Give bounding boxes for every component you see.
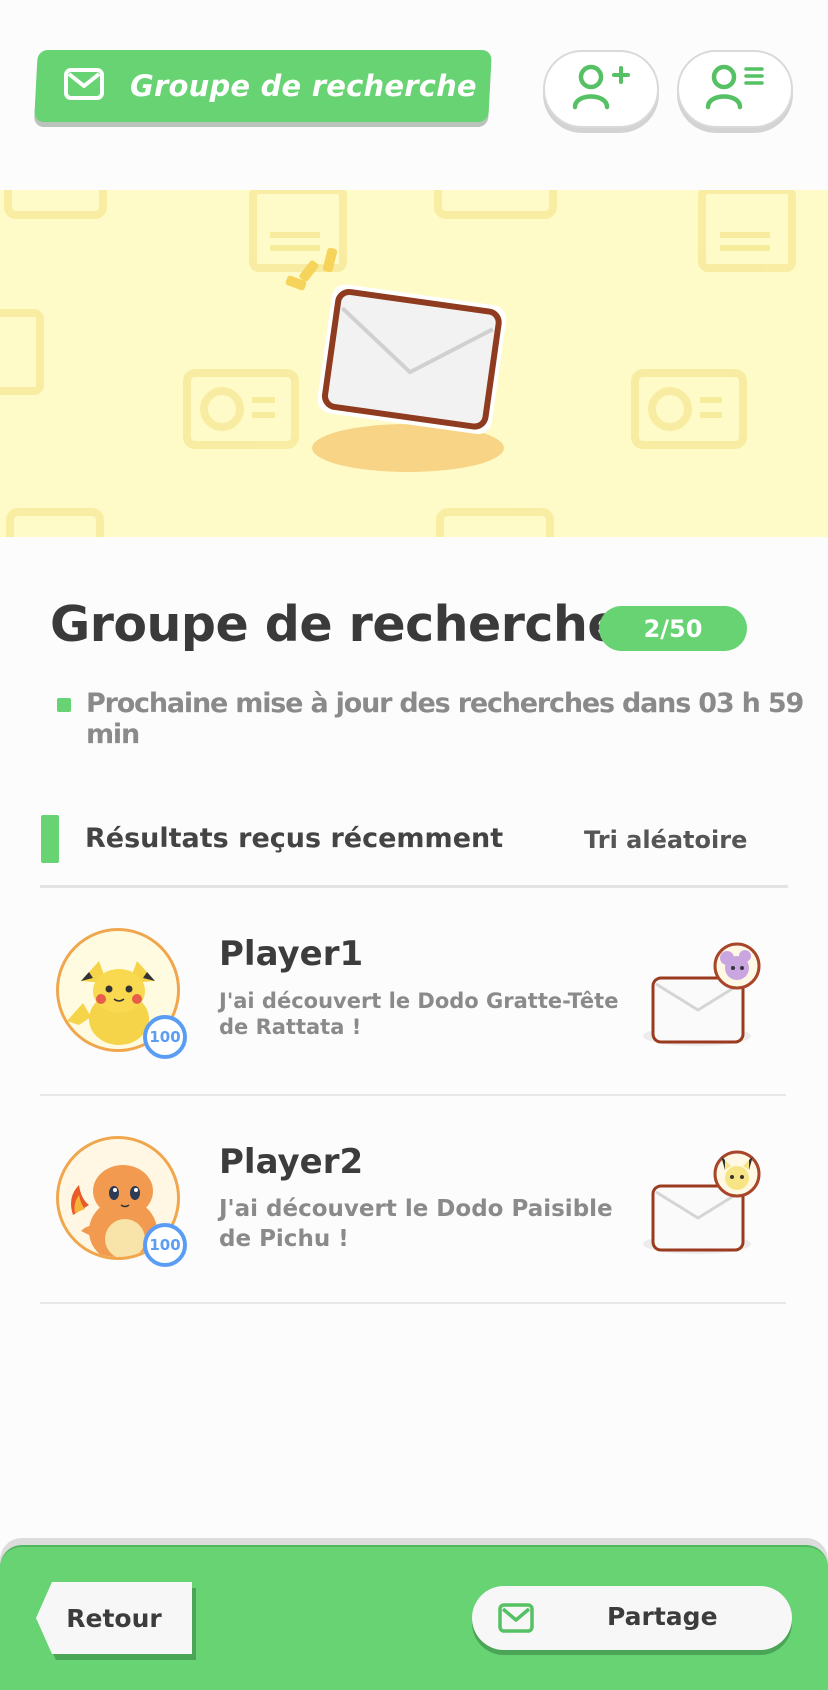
mail-icon bbox=[498, 1603, 534, 1637]
banner-pattern bbox=[0, 190, 796, 537]
research-banner bbox=[0, 190, 828, 537]
research-group-screen: Groupe de recherche Groupe de recherche … bbox=[0, 0, 828, 1690]
result-message: J'ai découvert le Dodo Paisible de Pichu… bbox=[219, 1196, 613, 1252]
list-item[interactable]: 100 Player2 J'ai découvert le Dodo Paisi… bbox=[40, 1096, 786, 1304]
update-countdown: Prochaine mise à jour des recherches dan… bbox=[86, 688, 804, 750]
section-marker bbox=[41, 815, 59, 863]
envelope-button[interactable] bbox=[641, 940, 767, 1050]
share-button[interactable]: Partage bbox=[472, 1586, 792, 1650]
page-title: Groupe de recherche bbox=[50, 596, 621, 653]
share-label: Partage bbox=[607, 1602, 718, 1631]
research-group-header: Groupe de recherche bbox=[34, 50, 492, 122]
player-name: Player2 bbox=[219, 1142, 364, 1182]
person-list-icon bbox=[704, 63, 766, 115]
player-name: Player1 bbox=[219, 934, 364, 974]
back-button[interactable]: Retour bbox=[36, 1582, 192, 1654]
back-label: Retour bbox=[66, 1603, 162, 1633]
bullet-icon bbox=[57, 698, 71, 712]
member-count-badge: 2/50 bbox=[599, 606, 747, 651]
results-heading: Résultats reçus récemment bbox=[85, 823, 504, 854]
level-badge: 100 bbox=[143, 1015, 187, 1059]
person-plus-icon bbox=[571, 63, 631, 115]
list-item[interactable]: 100 Player1 J'ai découvert le Dodo Gratt… bbox=[40, 888, 786, 1096]
friend-list-button[interactable] bbox=[677, 50, 793, 128]
envelope-button[interactable] bbox=[641, 1148, 767, 1258]
result-message: J'ai découvert le Dodo Gratte-Tête de Ra… bbox=[219, 989, 619, 1039]
add-friend-button[interactable] bbox=[543, 50, 659, 128]
sort-button[interactable]: Tri aléatoire bbox=[584, 826, 747, 854]
level-badge: 100 bbox=[143, 1223, 187, 1267]
mail-icon bbox=[64, 68, 104, 104]
header-title: Groupe de recherche bbox=[130, 69, 477, 103]
row-divider bbox=[40, 1302, 786, 1304]
